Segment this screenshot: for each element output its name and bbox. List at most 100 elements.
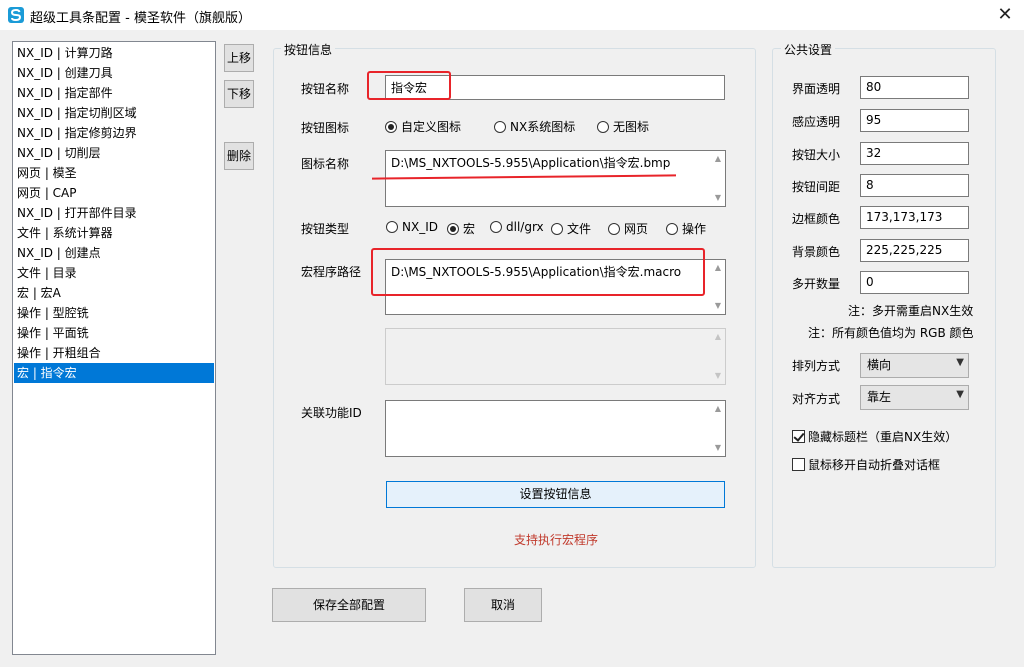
list-item[interactable]: 网页 | CAP xyxy=(14,183,214,203)
radio-label: 文件 xyxy=(567,222,592,236)
scroll-down-icon[interactable]: ▼ xyxy=(713,443,723,453)
radio-label: 网页 xyxy=(624,222,649,236)
setting-label: 按钮间距 xyxy=(792,180,841,194)
list-item[interactable]: NX_ID | 创建点 xyxy=(14,243,214,263)
button-list[interactable]: NX_ID | 计算刀路 NX_ID | 创建刀具 NX_ID | 指定部件 NX_I… xyxy=(12,41,216,655)
icon-name-value: D:\MS_NXTOOLS-5.955\Application\指令宏.bmp xyxy=(391,156,671,170)
icon-name-label: 图标名称 xyxy=(301,157,350,171)
setting-label: 按钮大小 xyxy=(792,148,841,162)
related-id-label: 关联功能ID xyxy=(301,406,362,420)
scroll-up-icon[interactable]: ▲ xyxy=(713,154,723,164)
radio-dot xyxy=(551,222,563,235)
chevron-down-icon: ▼ xyxy=(956,389,964,400)
setting-input[interactable]: 225,225,225 xyxy=(860,239,969,262)
setting-label: 多开数量 xyxy=(792,277,841,291)
move-down-button[interactable]: 下移 xyxy=(224,80,254,108)
radio-label: dll/grx xyxy=(506,220,544,234)
list-item[interactable]: 文件 | 目录 xyxy=(14,263,214,283)
public-settings-title: 公共设置 xyxy=(781,41,836,58)
move-up-button[interactable]: 上移 xyxy=(224,44,254,72)
status-note: 支持执行宏程序 xyxy=(514,533,599,547)
radio-nx-icon[interactable]: NX系统图标 xyxy=(494,118,575,135)
set-button-info-button[interactable]: 设置按钮信息 xyxy=(386,481,725,508)
list-item[interactable]: 宏 | 宏A xyxy=(14,283,214,303)
align-value: 靠左 xyxy=(867,390,892,404)
scroll-down-icon[interactable]: ▼ xyxy=(713,301,723,311)
radio-label: NX_ID xyxy=(402,220,438,234)
list-item[interactable]: NX_ID | 打开部件目录 xyxy=(14,203,214,223)
setting-label: 感应透明 xyxy=(792,115,841,129)
arrange-select[interactable]: 横向 ▼ xyxy=(860,353,969,378)
delete-button[interactable]: 删除 xyxy=(224,142,254,170)
align-select[interactable]: 靠左 ▼ xyxy=(860,385,969,410)
macro-path-label: 宏程序路径 xyxy=(301,265,362,279)
radio-dot xyxy=(597,120,609,133)
app-icon xyxy=(8,7,24,23)
radio-type-operation[interactable]: 操作 xyxy=(666,220,706,237)
radio-label: NX系统图标 xyxy=(510,120,576,134)
arrange-value: 横向 xyxy=(867,358,892,372)
scroll-up-icon[interactable]: ▲ xyxy=(713,263,723,273)
radio-type-nxid[interactable]: NX_ID xyxy=(386,220,438,234)
highlight-box-macro xyxy=(371,248,705,296)
chevron-down-icon: ▼ xyxy=(956,357,964,368)
note-rgb: 注：所有颜色值均为 RGB 颜色 xyxy=(808,326,974,340)
radio-type-web[interactable]: 网页 xyxy=(608,220,648,237)
align-label: 对齐方式 xyxy=(792,392,841,406)
setting-input[interactable]: 32 xyxy=(860,142,969,165)
setting-input[interactable]: 95 xyxy=(860,109,969,132)
setting-input[interactable]: 0 xyxy=(860,271,969,294)
radio-dot xyxy=(447,222,459,235)
setting-label: 背景颜色 xyxy=(792,245,841,259)
hide-titlebar-checkbox[interactable]: 隐藏标题栏（重启NX生效） xyxy=(792,428,957,445)
setting-label: 边框颜色 xyxy=(792,212,841,226)
list-item[interactable]: 操作 | 开粗组合 xyxy=(14,343,214,363)
radio-type-dll[interactable]: dll/grx xyxy=(490,220,544,234)
radio-no-icon[interactable]: 无图标 xyxy=(597,118,649,135)
scroll-up-icon[interactable]: ▲ xyxy=(713,404,723,414)
checkbox-label: 隐藏标题栏（重启NX生效） xyxy=(808,430,958,444)
list-item[interactable]: NX_ID | 切削层 xyxy=(14,143,214,163)
cancel-button[interactable]: 取消 xyxy=(464,588,542,622)
checkbox-label: 鼠标移开自动折叠对话框 xyxy=(808,458,941,472)
radio-dot xyxy=(494,120,506,133)
radio-dot xyxy=(385,120,397,133)
setting-input[interactable]: 80 xyxy=(860,76,969,99)
list-item[interactable]: NX_ID | 创建刀具 xyxy=(14,63,214,83)
scroll-up-icon: ▲ xyxy=(714,332,722,341)
radio-dot xyxy=(490,221,502,233)
list-item[interactable]: NX_ID | 计算刀路 xyxy=(14,43,214,63)
checkbox-box xyxy=(792,458,805,471)
list-item[interactable]: NX_ID | 指定修剪边界 xyxy=(14,123,214,143)
button-type-label: 按钮类型 xyxy=(301,222,350,236)
save-all-button[interactable]: 保存全部配置 xyxy=(272,588,426,622)
setting-input[interactable]: 8 xyxy=(860,174,969,197)
radio-dot xyxy=(666,222,678,235)
radio-type-macro[interactable]: 宏 xyxy=(447,220,475,237)
radio-dot xyxy=(608,222,620,235)
radio-type-file[interactable]: 文件 xyxy=(551,220,591,237)
radio-label: 操作 xyxy=(682,222,707,236)
list-item[interactable]: 操作 | 平面铣 xyxy=(14,323,214,343)
list-item[interactable]: NX_ID | 指定部件 xyxy=(14,83,214,103)
list-item[interactable]: 文件 | 系统计算器 xyxy=(14,223,214,243)
list-item[interactable]: 网页 | 模圣 xyxy=(14,163,214,183)
radio-label: 宏 xyxy=(463,222,476,236)
button-name-label: 按钮名称 xyxy=(301,82,350,96)
setting-label: 界面透明 xyxy=(792,82,841,96)
highlight-box-name xyxy=(367,71,451,100)
close-button[interactable]: ✕ xyxy=(986,0,1024,30)
button-info-title: 按钮信息 xyxy=(281,41,336,58)
list-item[interactable]: 操作 | 型腔铣 xyxy=(14,303,214,323)
extra-textarea: ▲ ▼ xyxy=(385,328,726,385)
radio-custom-icon[interactable]: 自定义图标 xyxy=(385,118,461,135)
scroll-down-icon: ▼ xyxy=(714,371,722,380)
auto-fold-checkbox[interactable]: 鼠标移开自动折叠对话框 xyxy=(792,456,940,473)
related-id-input[interactable]: ▲ ▼ xyxy=(385,400,726,457)
note-restart: 注：多开需重启NX生效 xyxy=(848,304,974,318)
scroll-down-icon[interactable]: ▼ xyxy=(713,193,723,203)
list-item[interactable]: 宏 | 指令宏 xyxy=(14,363,214,383)
list-item[interactable]: NX_ID | 指定切削区域 xyxy=(14,103,214,123)
window-title: 超级工具条配置 - 模圣软件（旗舰版） xyxy=(30,11,251,26)
setting-input[interactable]: 173,173,173 xyxy=(860,206,969,229)
